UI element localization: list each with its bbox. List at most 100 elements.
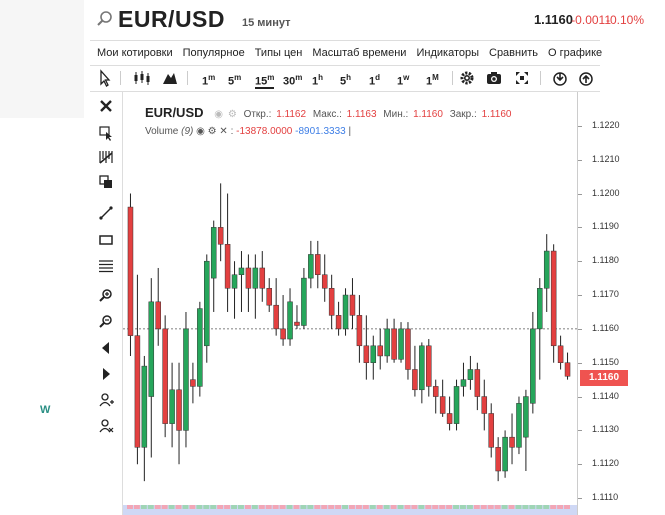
price-axis[interactable]: 1.1220 1.1210 1.1200 1.1190 1.1180 1.1170 1.11…	[577, 92, 628, 515]
scroll-right-icon[interactable]	[98, 366, 114, 382]
volume-eye-icon[interactable]: ◉	[196, 126, 205, 137]
rectangle-icon[interactable]	[98, 232, 114, 248]
upload-icon[interactable]	[578, 69, 594, 87]
candle	[543, 234, 550, 312]
candle	[301, 267, 307, 329]
candle-body	[370, 345, 377, 363]
timeframe-button-1m[interactable]: 1m	[202, 69, 215, 88]
magnet-remove-icon[interactable]	[98, 418, 114, 434]
fib-lines-icon[interactable]	[98, 258, 114, 274]
volume-bar	[411, 505, 418, 509]
menu-popular[interactable]: Популярное	[183, 47, 245, 59]
timeframe-button-30m[interactable]: 30m	[283, 69, 302, 88]
timeframe-button-5m[interactable]: 5m	[228, 69, 241, 88]
candle	[342, 288, 349, 336]
candle	[391, 318, 397, 363]
timeframe-button-15m[interactable]: 15m	[255, 69, 275, 89]
volume-bar	[543, 505, 550, 509]
candle	[550, 244, 557, 363]
candle-body	[523, 396, 529, 438]
close-icon[interactable]	[98, 98, 114, 114]
camera-icon[interactable]	[486, 69, 502, 87]
chart-canvas[interactable]	[123, 92, 577, 515]
volume-bar	[196, 505, 203, 509]
volume-cursor: |	[348, 126, 352, 137]
candle	[217, 183, 224, 262]
timeframe-value: 30	[283, 75, 296, 88]
menu-bar: Мои котировки Популярное Типы цен Масшта…	[90, 40, 602, 66]
volume-bar	[453, 505, 459, 509]
volume-bar	[314, 505, 321, 509]
candle	[335, 301, 342, 336]
volume-bar	[140, 505, 147, 509]
settings-icon[interactable]	[459, 69, 475, 87]
cursor-icon[interactable]	[98, 69, 112, 87]
candle	[564, 352, 571, 380]
volume-value-a: -13878.0000	[236, 126, 293, 137]
clone-icon[interactable]	[98, 174, 114, 190]
close-label: Закр.:	[449, 109, 477, 120]
download-icon[interactable]	[552, 69, 568, 87]
legend-symbol: EUR/USD	[145, 105, 204, 120]
eye-icon[interactable]: ◉	[214, 109, 223, 120]
axis-tick-label: 1.1110	[592, 492, 619, 503]
menu-indicators[interactable]: Индикаторы	[416, 47, 479, 59]
select-tool-icon[interactable]	[98, 125, 114, 141]
volume-bar	[231, 505, 237, 509]
menu-time-scale[interactable]: Масштаб времени	[312, 47, 406, 59]
volume-bar	[251, 505, 258, 509]
axis-tick-label: 1.1170	[592, 289, 619, 300]
measure-icon[interactable]	[98, 149, 114, 165]
timeframe-button-1M[interactable]: 1M	[426, 69, 439, 88]
timeframe-button-1d[interactable]: 1d	[369, 69, 380, 88]
volume-bar	[335, 505, 342, 509]
candle	[308, 240, 314, 289]
volume-bar	[342, 505, 348, 509]
magnet-add-icon[interactable]	[98, 392, 114, 408]
volume-bar	[127, 505, 133, 509]
candle-body	[342, 294, 349, 330]
volume-remove-icon[interactable]: ✕	[219, 126, 227, 137]
candles-icon[interactable]	[132, 69, 152, 87]
menu-price-types[interactable]: Типы цен	[255, 47, 303, 59]
open-value: 1.1162	[276, 109, 307, 120]
volume-settings-icon[interactable]: ⚙	[208, 126, 217, 137]
candle-body	[543, 250, 550, 289]
menu-compare[interactable]: Сравнить	[489, 47, 538, 59]
candle-body	[412, 369, 418, 391]
candle	[197, 301, 203, 397]
candle	[141, 355, 148, 482]
search-icon[interactable]	[96, 10, 114, 28]
candle	[190, 362, 196, 404]
trend-line-icon[interactable]	[98, 205, 114, 221]
timeframe-button-1w[interactable]: 1w	[397, 69, 409, 88]
high-label: Макс.:	[312, 109, 342, 120]
volume-bar	[404, 505, 411, 509]
volume-bar	[446, 505, 453, 509]
scroll-left-icon[interactable]	[98, 340, 114, 356]
candle-body	[363, 345, 370, 363]
volume-bar	[258, 505, 265, 509]
axis-tick-mark	[578, 159, 582, 161]
volume-period: (9)	[181, 126, 194, 137]
fullscreen-icon[interactable]	[514, 69, 530, 87]
candle-body	[467, 369, 474, 380]
candle	[495, 437, 501, 482]
menu-about-chart[interactable]: О графике	[548, 47, 602, 59]
candle-body	[204, 260, 210, 347]
timeframe-button-5h[interactable]: 5h	[340, 69, 351, 88]
zoom-out-icon[interactable]	[98, 314, 114, 330]
candle	[412, 345, 418, 397]
candle-body	[315, 254, 321, 275]
settings-small-icon[interactable]: ⚙	[228, 109, 237, 120]
candle	[349, 278, 356, 329]
candle	[134, 274, 141, 465]
menu-my-quotes[interactable]: Мои котировки	[97, 47, 173, 59]
area-chart-icon[interactable]	[162, 69, 178, 87]
zoom-in-icon[interactable]	[98, 288, 114, 304]
timeframe-button-1h[interactable]: 1h	[312, 69, 323, 88]
candlestick-chart[interactable]	[123, 92, 577, 515]
volume-bar	[508, 505, 515, 509]
volume-bar	[369, 505, 376, 509]
candle-body	[273, 304, 279, 330]
